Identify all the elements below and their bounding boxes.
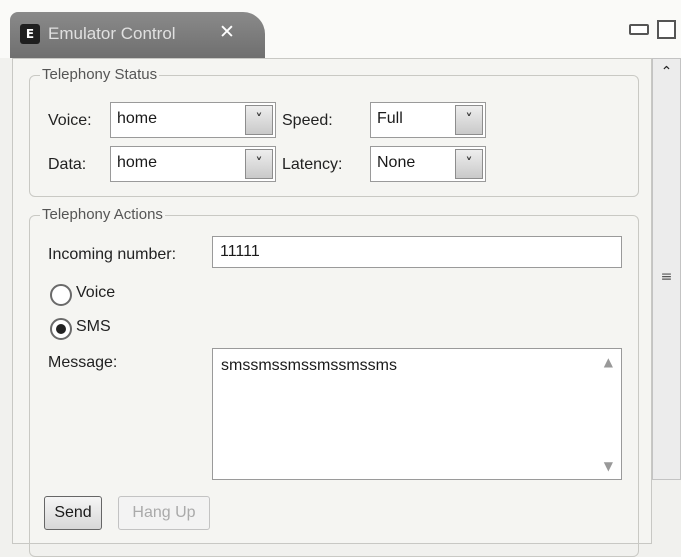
send-button[interactable]: Send (44, 496, 102, 530)
telephony-actions-title: Telephony Actions (40, 206, 165, 223)
speed-label: Speed: (282, 112, 333, 129)
voice-select[interactable]: home ˅ (110, 102, 276, 138)
message-label: Message: (48, 354, 118, 371)
scroll-up-icon[interactable]: ▲ (604, 355, 613, 369)
chevron-down-icon[interactable]: ˅ (455, 105, 483, 135)
latency-select-value: None (377, 154, 416, 171)
voice-radio-label[interactable]: Voice (76, 284, 115, 302)
emulator-icon: E (20, 24, 40, 44)
emulator-control-panel: Telephony Status Voice: home ˅ Speed: Fu… (12, 58, 652, 557)
chevron-down-icon[interactable]: ˅ (245, 149, 273, 179)
incoming-number-field[interactable]: 11111 (212, 236, 622, 268)
vertical-scrollbar[interactable]: ⌃ ≡ (652, 58, 681, 480)
view-tab-bar: E Emulator Control ✕ (0, 0, 681, 58)
message-value: smssmssmssmssmssms (221, 357, 397, 374)
latency-select[interactable]: None ˅ (370, 146, 486, 182)
data-select-value: home (117, 154, 158, 171)
hang-up-button[interactable]: Hang Up (118, 496, 210, 530)
sms-radio-label[interactable]: SMS (76, 318, 111, 336)
speed-select-value: Full (377, 110, 403, 127)
sms-radio[interactable] (50, 318, 72, 340)
chevron-down-icon[interactable]: ˅ (245, 105, 273, 135)
latency-label: Latency: (282, 156, 343, 173)
incoming-number-label: Incoming number: (48, 246, 177, 263)
scroll-grip-icon[interactable]: ≡ (653, 269, 680, 285)
voice-select-value: home (117, 110, 158, 127)
data-select[interactable]: home ˅ (110, 146, 276, 182)
message-textarea[interactable]: smssmssmssmssmssms ▲ ▼ (212, 348, 622, 480)
data-label: Data: (48, 156, 87, 173)
minimize-icon[interactable] (629, 24, 649, 35)
incoming-number-value: 11111 (220, 243, 260, 260)
telephony-actions-group: Telephony Actions Incoming number: 11111… (29, 206, 639, 557)
telephony-status-title: Telephony Status (40, 66, 160, 83)
voice-radio[interactable] (50, 284, 72, 306)
tab-title: Emulator Control (48, 24, 176, 43)
close-icon[interactable]: ✕ (219, 21, 235, 43)
radio-selected-dot (56, 324, 66, 334)
scroll-up-icon[interactable]: ⌃ (653, 59, 680, 85)
maximize-icon[interactable] (657, 20, 676, 39)
emulator-control-tab[interactable]: E Emulator Control ✕ (10, 12, 265, 58)
voice-label: Voice: (48, 112, 92, 129)
scroll-down-icon[interactable]: ▼ (604, 459, 613, 473)
chevron-down-icon[interactable]: ˅ (455, 149, 483, 179)
speed-select[interactable]: Full ˅ (370, 102, 486, 138)
telephony-status-group: Telephony Status Voice: home ˅ Speed: Fu… (29, 66, 639, 197)
